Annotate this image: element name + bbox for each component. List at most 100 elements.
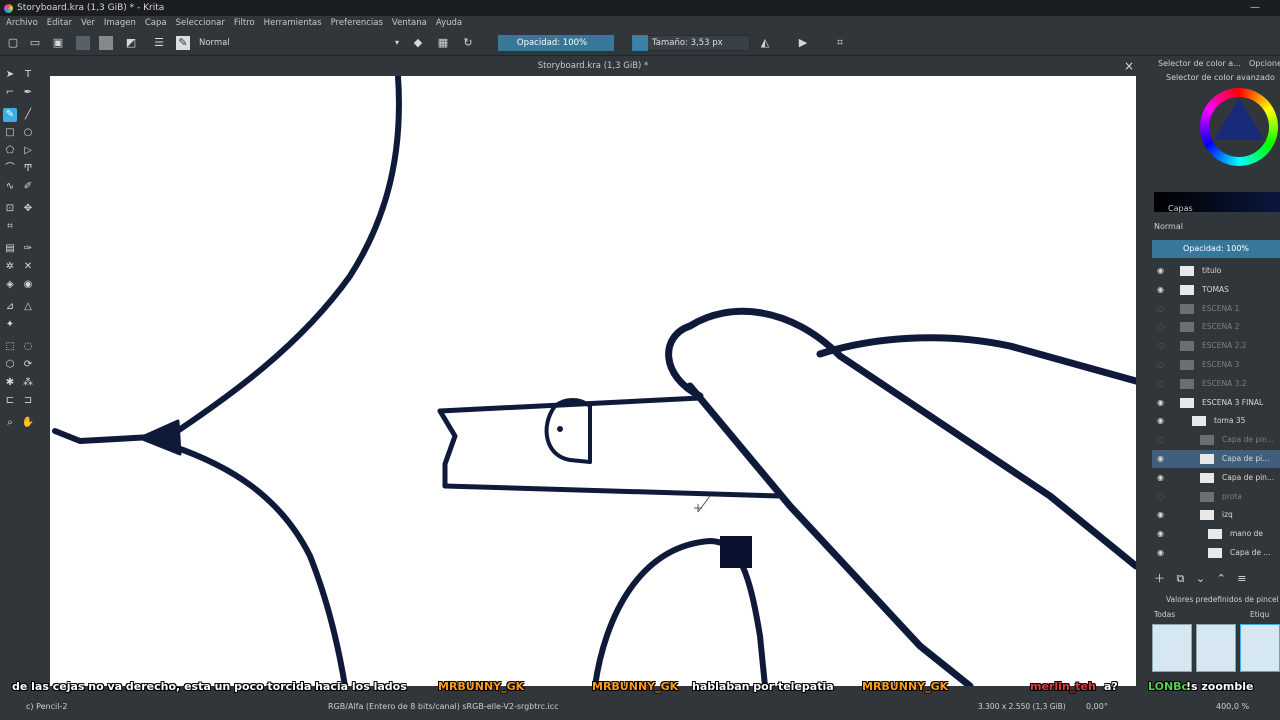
crop-tool-icon[interactable]: ⌗ xyxy=(3,220,17,234)
layer-row[interactable]: ◌ ESCENA 3.2 xyxy=(1152,375,1280,393)
document-tab[interactable]: Storyboard.kra (1,3 GiB) * xyxy=(48,56,1138,76)
new-document-icon[interactable]: ▢ xyxy=(6,36,20,50)
brush-preset-tile[interactable] xyxy=(1196,624,1236,672)
layer-row[interactable]: ◌ ESCENA 3 xyxy=(1152,356,1280,374)
edit-shapes-tool-icon[interactable]: ⌐ xyxy=(3,86,17,100)
similar-select-tool-icon[interactable]: ⁂ xyxy=(21,376,35,390)
smart-patch-tool-icon[interactable]: ✲ xyxy=(3,260,17,274)
visibility-eye-icon[interactable]: ◌ xyxy=(1157,300,1164,318)
presets-tag-select[interactable]: Etiqu xyxy=(1250,610,1269,619)
rect-select-tool-icon[interactable]: ⬚ xyxy=(3,340,17,354)
layer-row[interactable]: ◉ ESCENA 3 FINAL xyxy=(1152,394,1280,412)
menu-herramientas[interactable]: Herramientas xyxy=(264,18,322,28)
visibility-eye-icon[interactable]: ◌ xyxy=(1157,375,1164,393)
color-picker-tool-icon[interactable]: ✑ xyxy=(21,242,35,256)
visibility-eye-icon[interactable]: ◌ xyxy=(1157,488,1164,506)
measure-tool-icon[interactable]: ⊿ xyxy=(3,300,17,314)
freehand-select-tool-icon[interactable]: ⟳ xyxy=(21,358,35,372)
polygon-tool-icon[interactable]: ⬠ xyxy=(3,144,17,158)
layer-row[interactable]: ◉ Capa de pi... xyxy=(1152,450,1280,468)
layer-row[interactable]: ◌ ESCENA 1 xyxy=(1152,300,1280,318)
brush-preset-tile[interactable] xyxy=(1240,624,1280,672)
layer-menu-icon[interactable]: ≡ xyxy=(1237,572,1246,585)
saturation-triangle[interactable] xyxy=(1214,98,1264,140)
gradient-icon[interactable] xyxy=(76,36,90,50)
visibility-eye-icon[interactable]: ◉ xyxy=(1157,525,1164,543)
visibility-eye-icon[interactable]: ◉ xyxy=(1157,394,1164,412)
duplicate-layer-icon[interactable]: ⧉ xyxy=(1177,572,1185,585)
select-shape-tool-icon[interactable]: ➤ xyxy=(3,68,17,82)
freehand-brush-tool-icon[interactable]: ✎ xyxy=(3,108,17,122)
move-down-icon[interactable]: ⌄ xyxy=(1196,572,1205,585)
line-tool-icon[interactable]: ╱ xyxy=(21,108,35,122)
layer-row[interactable]: ◌ ESCENA 2.2 xyxy=(1152,337,1280,355)
reference-tool-icon[interactable]: ✦ xyxy=(3,318,17,332)
visibility-eye-icon[interactable]: ◌ xyxy=(1157,337,1164,355)
text-tool-icon[interactable]: T xyxy=(21,68,35,82)
layer-row[interactable]: ◌ Capa de pin... xyxy=(1152,431,1280,449)
menu-seleccionar[interactable]: Seleccionar xyxy=(176,18,225,28)
calligraphy-tool-icon[interactable]: ✒ xyxy=(21,86,35,100)
brush-preset-icon[interactable]: ✎ xyxy=(176,36,190,50)
menu-editar[interactable]: Editar xyxy=(47,18,72,28)
visibility-eye-icon[interactable]: ◉ xyxy=(1157,544,1164,562)
status-zoom[interactable]: 400,0 % xyxy=(1216,702,1249,711)
visibility-eye-icon[interactable]: ◌ xyxy=(1157,431,1164,449)
polygon-select-tool-icon[interactable]: ⬡ xyxy=(3,358,17,372)
layer-row[interactable]: ◉ Capa de pin... xyxy=(1152,469,1280,487)
brush-preset-tile[interactable] xyxy=(1152,624,1192,672)
visibility-eye-icon[interactable]: ◌ xyxy=(1157,318,1164,336)
multibrush-tool-icon[interactable]: ✐ xyxy=(21,180,35,194)
brush-settings-icon[interactable]: ☰ xyxy=(152,36,166,50)
tab-color-selector[interactable]: Selector de color a... xyxy=(1158,59,1241,68)
add-layer-icon[interactable]: ＋ xyxy=(1154,572,1165,585)
blend-mode-select[interactable]: Normal xyxy=(195,36,403,50)
layer-row[interactable]: ◉ titulo xyxy=(1152,262,1280,280)
polyline-tool-icon[interactable]: ▷ xyxy=(21,144,35,158)
wrap-around-icon[interactable]: ⌗ xyxy=(833,36,847,50)
save-icon[interactable]: ▣ xyxy=(51,36,65,50)
layer-row[interactable]: ◌ ESCENA 2 xyxy=(1152,318,1280,336)
visibility-eye-icon[interactable]: ◉ xyxy=(1157,469,1164,487)
layer-row[interactable]: ◉ izq xyxy=(1152,506,1280,524)
dynamic-brush-tool-icon[interactable]: ∿ xyxy=(3,180,17,194)
color-swap-icon[interactable]: ◩ xyxy=(124,36,138,50)
presets-filter-select[interactable]: Todas xyxy=(1154,610,1175,619)
contiguous-select-tool-icon[interactable]: ✱ xyxy=(3,376,17,390)
menu-imagen[interactable]: Imagen xyxy=(104,18,136,28)
open-document-icon[interactable]: ▭ xyxy=(28,36,42,50)
menu-filtro[interactable]: Filtro xyxy=(234,18,255,28)
bezier-tool-icon[interactable]: ⌒ xyxy=(3,162,17,176)
mirror-vertical-icon[interactable]: ▶ xyxy=(796,36,810,50)
reload-preset-icon[interactable]: ↻ xyxy=(461,36,475,50)
eraser-icon[interactable]: ◆ xyxy=(411,36,425,50)
drawing-canvas[interactable] xyxy=(50,76,1136,686)
pan-tool-icon[interactable]: ✋ xyxy=(21,416,35,430)
move-up-icon[interactable]: ⌃ xyxy=(1217,572,1226,585)
ellipse-tool-icon[interactable]: ○ xyxy=(21,126,35,140)
menu-ayuda[interactable]: Ayuda xyxy=(436,18,462,28)
mirror-horizontal-icon[interactable]: ◭ xyxy=(758,36,772,50)
visibility-eye-icon[interactable]: ◌ xyxy=(1157,356,1164,374)
layer-row[interactable]: ◉ Capa de ... xyxy=(1152,544,1280,562)
move-tool-icon[interactable]: ✥ xyxy=(21,202,35,216)
pattern-fill-tool-icon[interactable]: ◉ xyxy=(21,278,35,292)
ellipse-select-tool-icon[interactable]: ◌ xyxy=(21,340,35,354)
visibility-eye-icon[interactable]: ◉ xyxy=(1157,412,1164,430)
layer-row[interactable]: ◉ toma 35 xyxy=(1152,412,1280,430)
menu-preferencias[interactable]: Preferencias xyxy=(331,18,383,28)
menu-ventana[interactable]: Ventana xyxy=(392,18,427,28)
layer-row[interactable]: ◉ mano de xyxy=(1152,525,1280,543)
visibility-eye-icon[interactable]: ◉ xyxy=(1157,262,1164,280)
visibility-eye-icon[interactable]: ◉ xyxy=(1157,281,1164,299)
zoom-tool-icon[interactable]: ⌕ xyxy=(3,416,17,430)
path-tool-icon[interactable]: Ͳ xyxy=(21,162,35,176)
bezier-select-tool-icon[interactable]: ⊏ xyxy=(3,394,17,408)
rectangle-tool-icon[interactable]: □ xyxy=(3,126,17,140)
visibility-eye-icon[interactable]: ◉ xyxy=(1157,506,1164,524)
preserve-alpha-icon[interactable]: ▦ xyxy=(436,36,450,50)
layer-row[interactable]: ◌ prota xyxy=(1152,488,1280,506)
layer-row[interactable]: ◉ TOMAS xyxy=(1152,281,1280,299)
transform-tool-icon[interactable]: ⊡ xyxy=(3,202,17,216)
magnetic-select-tool-icon[interactable]: ⊐ xyxy=(21,394,35,408)
